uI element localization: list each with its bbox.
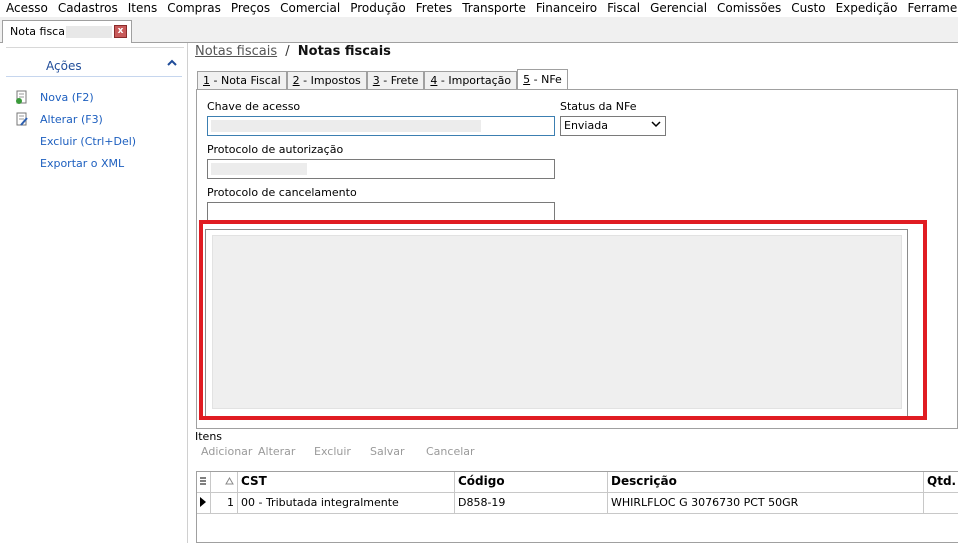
tab-key: 2 bbox=[292, 74, 300, 87]
menu-comissoes[interactable]: Comissões bbox=[717, 0, 781, 17]
menu-transporte[interactable]: Transporte bbox=[462, 0, 526, 17]
form-tabs: 1 - Nota Fiscal 2 - Impostos 3 - Frete 4… bbox=[197, 68, 568, 91]
breadcrumb-parent[interactable]: Notas fiscais bbox=[195, 44, 277, 59]
cancelar-button[interactable]: Cancelar bbox=[426, 445, 482, 458]
sort-indicator-icon[interactable] bbox=[211, 472, 238, 493]
menu-fiscal[interactable]: Fiscal bbox=[607, 0, 640, 17]
excluir-button[interactable]: Excluir bbox=[314, 445, 370, 458]
close-icon[interactable]: x bbox=[114, 25, 127, 38]
tab-impostos[interactable]: 2 - Impostos bbox=[286, 71, 367, 90]
chave-acesso-input[interactable] bbox=[207, 116, 555, 136]
salvar-button[interactable]: Salvar bbox=[370, 445, 426, 458]
column-header-qtd[interactable]: Qtd. bbox=[924, 472, 958, 493]
document-tab-nota-fiscal[interactable]: Nota fiscal x bbox=[2, 20, 132, 43]
grid-header: CST Código Descrição Qtd. bbox=[197, 472, 958, 493]
document-tab-strip: Nota fiscal x bbox=[0, 17, 958, 43]
tab-key: 1 bbox=[203, 74, 210, 87]
action-alterar[interactable]: Alterar (F3) bbox=[40, 113, 103, 126]
breadcrumb-separator: / bbox=[285, 44, 290, 59]
protocolo-cancelamento-input[interactable] bbox=[207, 202, 555, 222]
status-nfe-value: Enviada bbox=[564, 119, 608, 132]
alterar-button[interactable]: Alterar bbox=[258, 445, 314, 458]
menu-producao[interactable]: Produção bbox=[350, 0, 406, 17]
document-tab-label: Nota fiscal bbox=[10, 25, 69, 38]
actions-title: Ações bbox=[46, 59, 82, 73]
cell-descricao[interactable]: WHIRLFLOC G 3076730 PCT 50GR bbox=[608, 493, 924, 514]
page-title: Notas fiscais bbox=[297, 44, 391, 59]
tab-nota-fiscal[interactable]: 1 - Nota Fiscal bbox=[197, 71, 287, 90]
chave-acesso-label: Chave de acesso bbox=[207, 100, 301, 113]
tab-label: - Frete bbox=[379, 74, 419, 87]
actions-header[interactable]: Ações bbox=[6, 55, 182, 77]
menu-fretes[interactable]: Fretes bbox=[416, 0, 452, 17]
cell-codigo[interactable]: D858-19 bbox=[455, 493, 608, 514]
cell-qtd[interactable] bbox=[924, 493, 958, 514]
protocolo-autorizacao-input[interactable] bbox=[207, 159, 555, 179]
tab-label: - Impostos bbox=[299, 74, 361, 87]
adicionar-button[interactable]: Adicionar bbox=[201, 445, 258, 458]
menu-precos[interactable]: Preços bbox=[231, 0, 270, 17]
protocolo-autorizacao-label: Protocolo de autorização bbox=[207, 143, 344, 156]
table-row[interactable]: 1 00 - Tributada integralmente D858-19 W… bbox=[197, 493, 958, 514]
menu-expedicao[interactable]: Expedição bbox=[836, 0, 898, 17]
highlight-box bbox=[199, 220, 927, 420]
menu-financeiro[interactable]: Financeiro bbox=[536, 0, 597, 17]
action-excluir[interactable]: Excluir (Ctrl+Del) bbox=[40, 135, 136, 148]
status-nfe-select[interactable]: Enviada bbox=[560, 116, 666, 136]
tab-importacao[interactable]: 4 - Importação bbox=[424, 71, 518, 90]
protocolo-cancelamento-label: Protocolo de cancelamento bbox=[207, 186, 357, 199]
divider bbox=[6, 47, 184, 48]
row-index: 1 bbox=[211, 493, 238, 514]
redacted-text bbox=[66, 26, 112, 38]
column-header-codigo[interactable]: Código bbox=[455, 472, 608, 493]
items-toolbar: Adicionar Alterar Excluir Salvar Cancela… bbox=[201, 445, 482, 458]
tab-label: - NFe bbox=[530, 73, 562, 86]
column-chooser-icon[interactable] bbox=[197, 472, 211, 493]
tab-key: 3 bbox=[372, 74, 380, 87]
menu-compras[interactable]: Compras bbox=[167, 0, 221, 17]
tab-label: - Importação bbox=[437, 74, 512, 87]
chevron-up-icon[interactable] bbox=[166, 57, 178, 72]
menu-acesso[interactable]: Acesso bbox=[6, 0, 48, 17]
column-header-descricao[interactable]: Descrição bbox=[608, 472, 924, 493]
items-grid: CST Código Descrição Qtd. 1 00 - Tributa… bbox=[196, 471, 958, 543]
current-row-icon bbox=[197, 493, 211, 514]
menu-custo[interactable]: Custo bbox=[791, 0, 825, 17]
menu-cadastros[interactable]: Cadastros bbox=[58, 0, 118, 17]
actions-panel: Ações Nova (F2) Alterar (F3) Excluir (Ct… bbox=[0, 43, 188, 543]
cell-cst[interactable]: 00 - Tributada integralmente bbox=[238, 493, 455, 514]
action-exportar-xml[interactable]: Exportar o XML bbox=[40, 157, 124, 170]
menu-ferramentas[interactable]: Ferramentas bbox=[908, 0, 958, 17]
menu-itens[interactable]: Itens bbox=[128, 0, 157, 17]
menu-bar: Acesso Cadastros Itens Compras Preços Co… bbox=[0, 0, 958, 17]
menu-gerencial[interactable]: Gerencial bbox=[650, 0, 707, 17]
tab-label: - Nota Fiscal bbox=[210, 74, 281, 87]
status-nfe-label: Status da NFe bbox=[560, 100, 637, 113]
menu-comercial[interactable]: Comercial bbox=[280, 0, 340, 17]
redacted-text bbox=[211, 120, 481, 132]
chevron-down-icon bbox=[651, 119, 661, 132]
action-nova[interactable]: Nova (F2) bbox=[40, 91, 94, 104]
redacted-text bbox=[211, 163, 307, 175]
tab-nfe[interactable]: 5 - NFe bbox=[517, 69, 568, 91]
new-document-icon bbox=[15, 90, 29, 104]
tab-frete[interactable]: 3 - Frete bbox=[366, 71, 425, 90]
breadcrumb: Notas fiscais / Notas fiscais bbox=[195, 44, 391, 59]
column-header-cst[interactable]: CST bbox=[238, 472, 455, 493]
edit-document-icon bbox=[15, 112, 29, 126]
items-label: Itens bbox=[195, 430, 223, 443]
